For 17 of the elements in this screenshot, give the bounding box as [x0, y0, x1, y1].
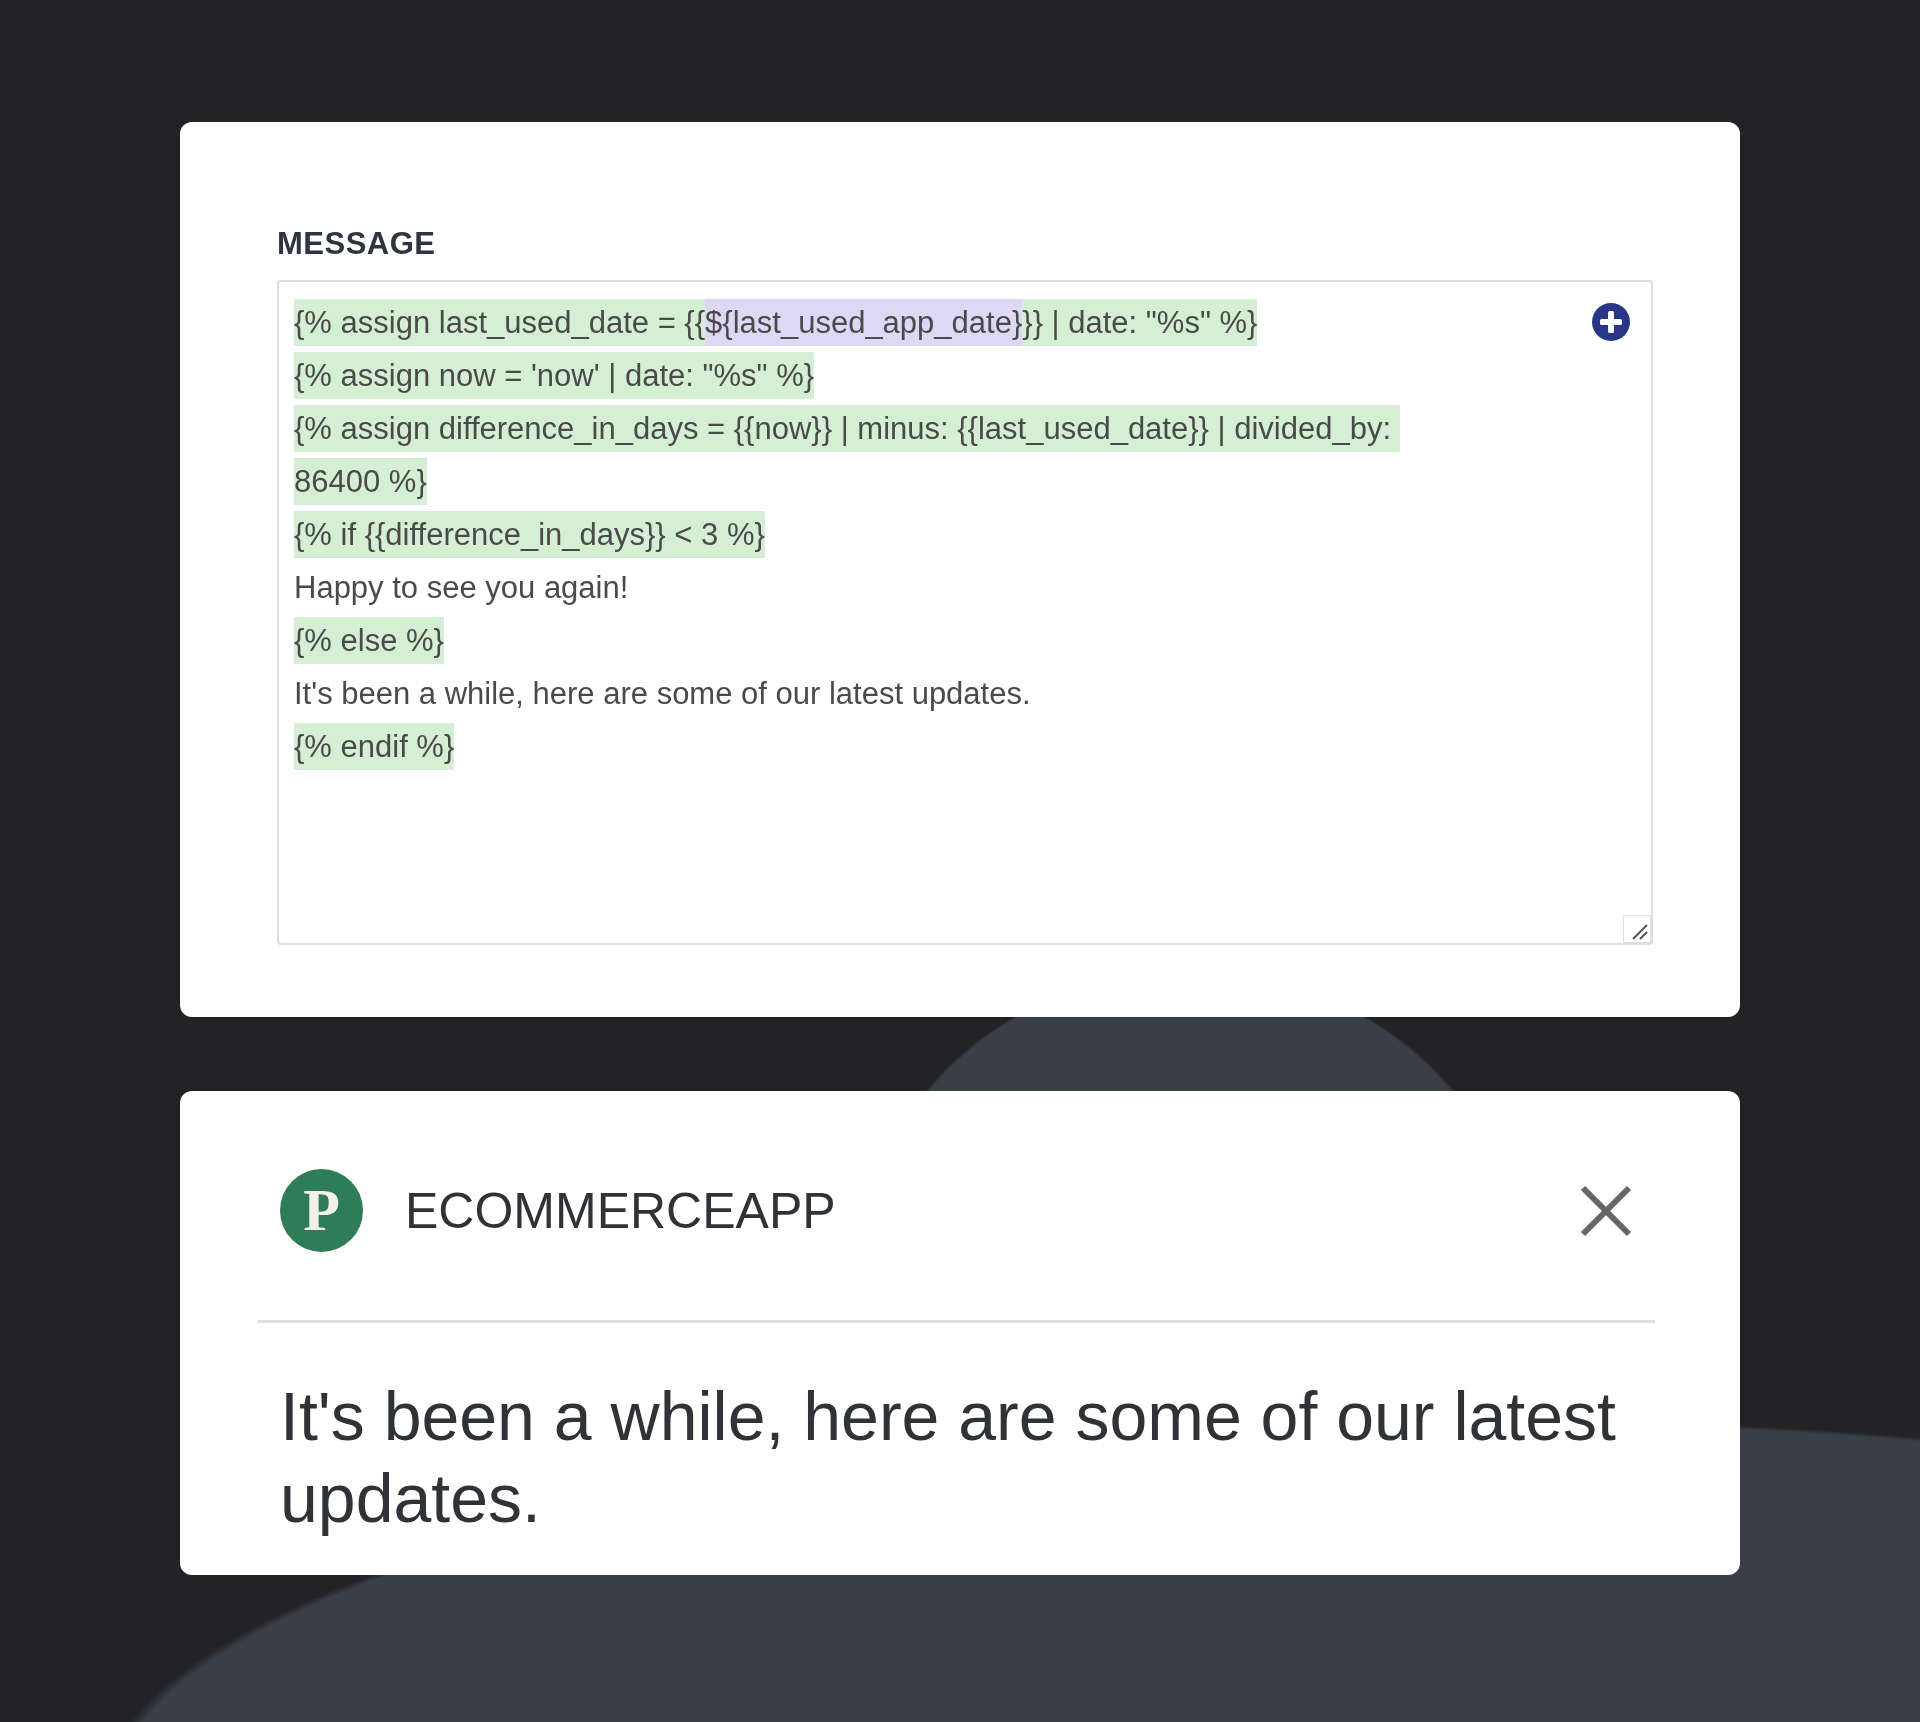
app-name: ECOMMERCEAPP [405, 1181, 837, 1240]
app-logo: P [280, 1169, 363, 1252]
add-icon[interactable] [1591, 302, 1631, 342]
close-button[interactable] [1579, 1183, 1633, 1238]
code-line: Happy to see you again! [294, 569, 630, 607]
message-field[interactable] [277, 280, 1653, 945]
code-line: {% assign last_used_date = {{${last_used_app_date}}} | date: "%s" %} [294, 296, 1551, 349]
code-line: {% endif %} [294, 720, 1551, 773]
resize-handle-icon[interactable] [1623, 915, 1651, 943]
code-line: It's been a while, here are some of our latest updates. [294, 675, 1032, 713]
code-line: {% if {{difference_in_days}} < 3 %} [294, 508, 1551, 561]
code-line: {% else %} [294, 614, 1551, 667]
notification-message: It's been a while, here are some of our latest updates. [279, 1377, 1617, 1538]
field-label: MESSAGE [277, 226, 437, 262]
code-line: 86400 %} [294, 455, 1551, 508]
close-icon [1579, 1183, 1633, 1238]
code-line: {% assign now = 'now' | date: "%s" %} [294, 349, 1551, 402]
